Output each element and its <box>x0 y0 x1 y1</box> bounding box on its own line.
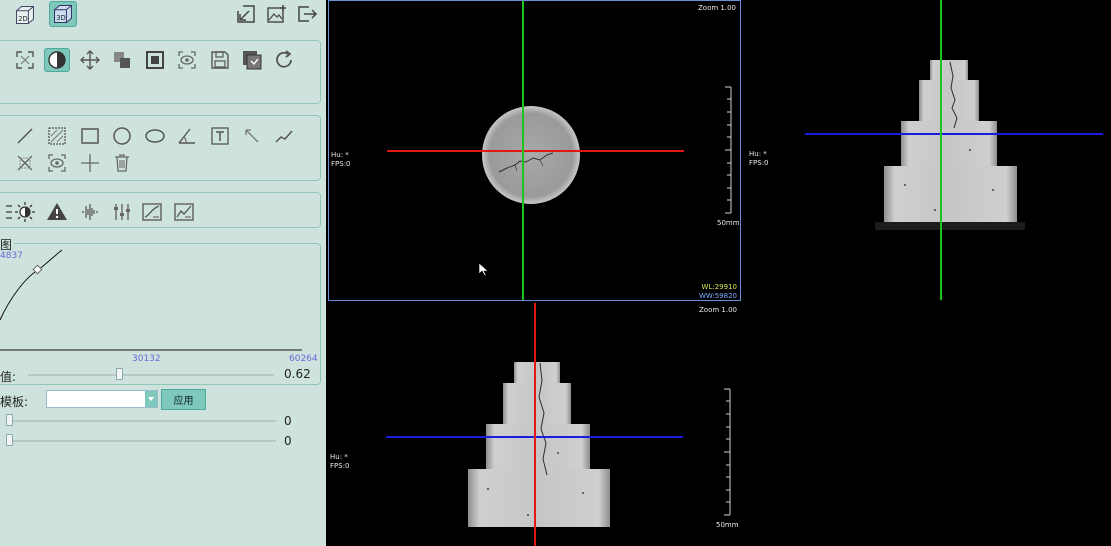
hatch-icon[interactable] <box>44 124 70 148</box>
slider-a-value: 0 <box>284 414 292 428</box>
axial-zoom: Zoom 1.00 <box>698 4 736 12</box>
export-icon[interactable] <box>233 2 259 26</box>
histogram-mid-tick: 30132 <box>132 354 161 364</box>
fullscreen-icon[interactable] <box>12 48 38 72</box>
slider-a-track[interactable] <box>8 420 276 422</box>
save-icon[interactable] <box>207 48 233 72</box>
apply-button[interactable]: 应用 <box>161 389 206 410</box>
contrast-icon[interactable] <box>44 48 70 72</box>
histogram-curve[interactable] <box>0 248 320 358</box>
sagittal-fps: FPS:0 <box>749 159 769 167</box>
coronal-hu: Hu: * <box>330 453 348 461</box>
clear-measure-icon[interactable] <box>12 151 38 175</box>
sagittal-viewport[interactable]: Hu: * FPS:0 <box>745 0 1111 301</box>
exit-icon[interactable] <box>294 2 320 26</box>
axial-scale: 50mm <box>717 219 740 227</box>
coronal-viewport[interactable]: Zoom 1.00 Hu: * FPS:0 50mm <box>328 303 741 546</box>
gamma-slider-track[interactable] <box>28 374 274 376</box>
template-label: 模板: <box>0 395 29 409</box>
sagittal-hu: Hu: * <box>749 150 767 158</box>
curve-chart-icon[interactable] <box>138 200 166 224</box>
gamma-value: 0.62 <box>284 367 311 381</box>
sagittal-image <box>805 0 1103 300</box>
slider-a-thumb[interactable] <box>6 414 13 426</box>
volume-viewport[interactable] <box>745 303 1111 546</box>
control-panel: 2D 3D 图 4837 30132 60264 值: 0.62 模板: 应用 … <box>0 0 326 546</box>
angle-icon[interactable] <box>174 124 200 148</box>
circle-icon[interactable] <box>109 124 135 148</box>
gamma-label: 值: <box>0 370 17 384</box>
eye-icon[interactable] <box>44 151 70 175</box>
coronal-image <box>386 303 731 546</box>
axial-image <box>387 1 732 300</box>
view-icon[interactable] <box>174 48 200 72</box>
ellipse-icon[interactable] <box>142 124 168 148</box>
histogram-icon[interactable] <box>170 200 198 224</box>
template-select[interactable] <box>46 390 158 408</box>
view-3d-button[interactable]: 3D <box>49 1 77 27</box>
axial-viewport[interactable]: Zoom 1.00 Hu: * FPS:0 50mm WL:29910 WW:5… <box>328 0 741 301</box>
waveform-icon[interactable] <box>77 200 103 224</box>
axial-hu: Hu: * <box>331 151 349 159</box>
coronal-zoom: Zoom 1.00 <box>699 306 737 314</box>
axial-ww: WW:59820 <box>698 292 737 300</box>
chevron-down-icon[interactable] <box>145 391 157 407</box>
histogram-max-tick: 60264 <box>289 354 318 364</box>
overlay-icon[interactable] <box>109 48 135 72</box>
pan-icon[interactable] <box>77 48 103 72</box>
slider-b-track[interactable] <box>8 440 276 442</box>
axial-wl: WL:29910 <box>701 283 737 291</box>
trash-icon[interactable] <box>109 151 135 175</box>
cross-icon[interactable] <box>77 151 103 175</box>
view-3d-label: 3D <box>56 14 65 22</box>
slider-b-value: 0 <box>284 434 292 448</box>
add-image-icon[interactable] <box>264 2 290 26</box>
refresh-icon[interactable] <box>271 48 297 72</box>
line-icon[interactable] <box>12 124 38 148</box>
text-icon[interactable] <box>207 124 233 148</box>
view-2d-label: 2D <box>18 15 28 23</box>
rectangle-icon[interactable] <box>77 124 103 148</box>
polyline-icon[interactable] <box>271 124 297 148</box>
sliders-icon[interactable] <box>109 200 135 224</box>
view-2d-button[interactable]: 2D <box>10 2 40 28</box>
coronal-scale: 50mm <box>716 521 739 529</box>
frame-icon[interactable] <box>142 48 168 72</box>
coronal-fps: FPS:0 <box>330 462 350 470</box>
save-copy-icon[interactable] <box>239 48 265 72</box>
gamma-slider-thumb[interactable] <box>116 368 124 380</box>
axial-fps: FPS:0 <box>331 160 351 168</box>
arrow-icon[interactable] <box>239 124 265 148</box>
warning-icon[interactable] <box>44 200 70 224</box>
ct-viewer-app: 2D 3D 图 4837 30132 60264 值: 0.62 模板: 应用 … <box>0 0 1111 546</box>
slider-b-thumb[interactable] <box>6 434 13 446</box>
brightness-icon[interactable] <box>12 200 38 224</box>
